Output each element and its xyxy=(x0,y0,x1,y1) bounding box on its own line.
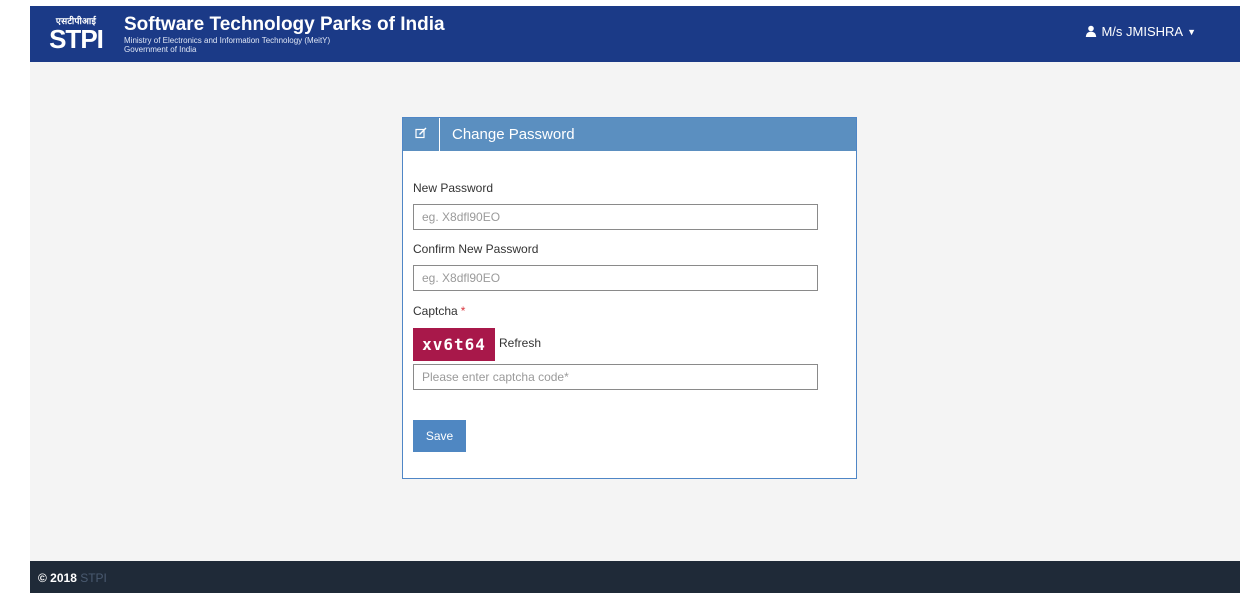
user-name: M/s JMISHRA xyxy=(1101,24,1184,39)
panel-title: Change Password xyxy=(452,126,575,143)
page: एसटीपीआई STPI Software Technology Parks … xyxy=(0,0,1253,593)
footer-copyright: © 2018 STPI xyxy=(38,571,107,585)
top-header: एसटीपीआई STPI Software Technology Parks … xyxy=(30,6,1240,62)
captcha-label: Captcha * xyxy=(413,304,465,318)
user-menu-toggle[interactable]: M/s JMISHRA ▼ xyxy=(1085,24,1196,39)
required-marker: * xyxy=(460,304,466,318)
copyright-text: © 2018 xyxy=(38,571,77,585)
organization-ministry: Ministry of Electronics and Information … xyxy=(124,36,331,45)
new-password-field[interactable] xyxy=(413,204,818,230)
main-content: Change Password New Password Confirm New… xyxy=(30,62,1240,561)
edit-icon xyxy=(403,118,440,151)
captcha-image: xv6t64 xyxy=(413,328,495,361)
footer-brand: STPI xyxy=(80,571,107,585)
stpi-logo[interactable]: एसटीपीआई STPI xyxy=(44,14,108,56)
organization-name: Software Technology Parks of India xyxy=(124,14,445,35)
logo-mark: STPI xyxy=(49,24,104,54)
captcha-input[interactable] xyxy=(413,364,818,390)
page-footer: © 2018 STPI xyxy=(30,561,1240,593)
new-password-label: New Password xyxy=(413,181,494,195)
panel-header: Change Password xyxy=(403,118,856,151)
confirm-password-label: Confirm New Password xyxy=(413,242,539,256)
user-icon xyxy=(1086,25,1097,37)
organization-government: Government of India xyxy=(124,45,197,54)
change-password-panel: Change Password New Password Confirm New… xyxy=(402,117,857,479)
caret-down-icon: ▼ xyxy=(1187,27,1196,37)
captcha-label-text: Captcha xyxy=(413,304,458,318)
refresh-captcha-link[interactable]: Refresh xyxy=(499,336,541,350)
save-button[interactable]: Save xyxy=(413,420,466,452)
confirm-password-field[interactable] xyxy=(413,265,818,291)
